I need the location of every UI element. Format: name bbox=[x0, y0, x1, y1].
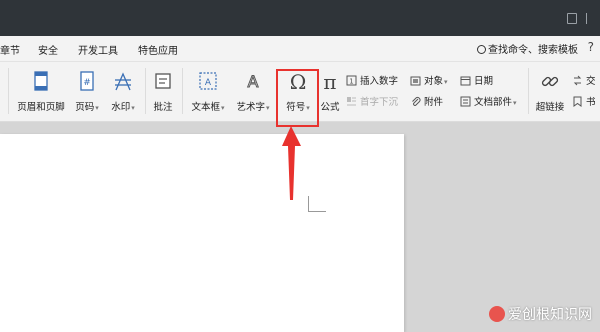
svg-text:1: 1 bbox=[349, 78, 353, 86]
document-page[interactable] bbox=[0, 134, 404, 332]
insert-number-button[interactable]: 1 插入数字 bbox=[346, 73, 398, 89]
watermark-button[interactable]: 水印▾ bbox=[106, 68, 140, 116]
object-label: 对象 bbox=[424, 76, 444, 87]
date-button[interactable]: 日期 bbox=[460, 73, 493, 89]
comment-label: 批注 bbox=[153, 102, 173, 113]
first-char-drop-label: 首字下沉 bbox=[360, 97, 399, 108]
window-control-icon[interactable] bbox=[586, 13, 596, 24]
cross-ref-button[interactable]: 交 bbox=[572, 73, 596, 89]
wordart-button[interactable]: A 艺术字▾ bbox=[232, 68, 274, 116]
dropdown-arrow-icon: ▾ bbox=[444, 78, 448, 86]
svg-text:#: # bbox=[83, 78, 91, 88]
svg-text:A: A bbox=[248, 72, 259, 91]
command-search[interactable]: 查找命令、搜索模板 bbox=[477, 41, 578, 56]
site-watermark: 爱创根知识网 bbox=[489, 304, 592, 324]
paperclip-icon bbox=[412, 97, 421, 106]
header-footer-label: 页眉和页脚 bbox=[17, 102, 65, 113]
divider bbox=[528, 68, 529, 114]
doc-parts-icon bbox=[460, 96, 471, 107]
divider bbox=[145, 68, 146, 114]
formula-button[interactable]: π 公式 bbox=[318, 68, 342, 116]
bookmark-label: 书 bbox=[586, 97, 596, 108]
attachment-label: 附件 bbox=[424, 97, 444, 108]
date-label: 日期 bbox=[474, 76, 494, 87]
menu-special-apps[interactable]: 特色应用 bbox=[138, 42, 178, 57]
watermark-label: 水印▾ bbox=[111, 102, 135, 113]
search-icon bbox=[477, 45, 486, 54]
svg-text:π: π bbox=[323, 70, 336, 92]
textbox-icon: A bbox=[199, 72, 217, 90]
header-footer-button[interactable]: 页眉和页脚 bbox=[12, 68, 70, 116]
hyperlink-label: 超链接 bbox=[535, 102, 565, 113]
cross-ref-label: 交 bbox=[586, 76, 596, 87]
dropdown-arrow-icon: ▾ bbox=[221, 104, 225, 112]
insert-number-icon: 1 bbox=[346, 75, 357, 86]
pi-icon: π bbox=[323, 70, 336, 92]
search-label: 查找命令、搜索模板 bbox=[488, 45, 578, 56]
symbol-highlight-box bbox=[276, 69, 319, 127]
divider bbox=[182, 68, 183, 114]
svg-text:A: A bbox=[205, 78, 212, 88]
wordart-label: 艺术字▾ bbox=[236, 102, 270, 113]
cross-ref-icon bbox=[573, 75, 582, 86]
attachment-button[interactable]: 附件 bbox=[410, 94, 443, 110]
dropdown-arrow-icon: ▾ bbox=[266, 104, 270, 112]
object-button[interactable]: 对象▾ bbox=[410, 73, 448, 89]
menu-developer-tools[interactable]: 开发工具 bbox=[78, 42, 118, 57]
dropdown-arrow-icon: ▾ bbox=[513, 99, 517, 107]
formula-label: 公式 bbox=[320, 102, 340, 113]
page-number-icon: # bbox=[80, 71, 94, 91]
window-restore-icon[interactable] bbox=[567, 13, 577, 24]
object-icon bbox=[410, 76, 421, 86]
comment-icon bbox=[155, 73, 171, 89]
comment-button[interactable]: 批注 bbox=[148, 68, 178, 116]
link-icon bbox=[541, 76, 559, 87]
dropdown-arrow-icon: ▾ bbox=[95, 104, 99, 112]
title-bar bbox=[0, 0, 600, 36]
menu-chapter[interactable]: 章节 bbox=[0, 42, 20, 57]
watermark-icon bbox=[115, 72, 131, 91]
menu-bar: 章节 安全 开发工具 特色应用 查找命令、搜索模板 ? bbox=[0, 36, 600, 62]
textbox-button[interactable]: A 文本框▾ bbox=[186, 68, 230, 116]
menu-security[interactable]: 安全 bbox=[38, 42, 58, 57]
drop-cap-icon bbox=[347, 97, 356, 106]
watermark-text: 爱创根知识网 bbox=[508, 307, 592, 323]
page-number-label: 页码▾ bbox=[75, 102, 99, 113]
page-number-button[interactable]: # 页码▾ bbox=[70, 68, 104, 116]
calendar-icon bbox=[460, 76, 471, 86]
doc-parts-label: 文档部件 bbox=[474, 97, 513, 108]
wordart-icon: A bbox=[247, 72, 259, 92]
divider bbox=[8, 68, 9, 114]
page-margin-marker bbox=[308, 196, 326, 212]
header-footer-icon bbox=[34, 71, 48, 91]
first-char-drop-button[interactable]: 首字下沉 bbox=[346, 94, 398, 110]
doc-parts-button[interactable]: 文档部件▾ bbox=[460, 94, 517, 110]
help-icon[interactable]: ? bbox=[588, 40, 594, 54]
insert-number-label: 插入数字 bbox=[360, 76, 399, 87]
watermark-logo-icon bbox=[489, 306, 505, 322]
hyperlink-button[interactable]: 超链接 bbox=[532, 68, 568, 116]
bookmark-button[interactable]: 书 bbox=[572, 94, 596, 110]
textbox-label: 文本框▾ bbox=[191, 102, 225, 113]
bookmark-icon bbox=[573, 96, 582, 107]
dropdown-arrow-icon: ▾ bbox=[131, 104, 135, 112]
